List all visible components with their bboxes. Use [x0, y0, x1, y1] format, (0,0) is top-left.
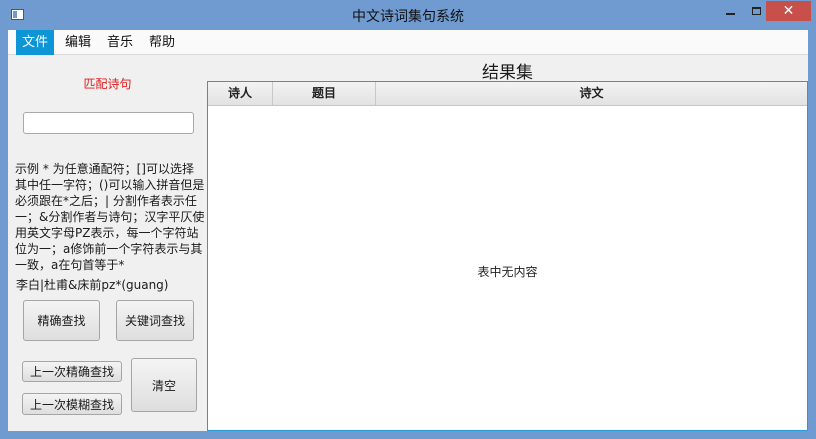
menu-help[interactable]: 帮助 — [144, 30, 180, 55]
results-title: 结果集 — [482, 63, 533, 83]
column-header-title[interactable]: 题目 — [273, 82, 376, 105]
column-header-poet[interactable]: 诗人 — [208, 82, 273, 105]
column-header-text[interactable]: 诗文 — [376, 82, 807, 105]
maximize-icon — [751, 7, 761, 15]
last-exact-search-button[interactable]: 上一次精确查找 — [22, 361, 122, 382]
title-bar[interactable]: 中文诗词集句系统 ✕ — [0, 0, 816, 30]
exact-search-button[interactable]: 精确查找 — [23, 300, 100, 341]
last-fuzzy-search-button[interactable]: 上一次模糊查找 — [22, 393, 122, 415]
close-button[interactable]: ✕ — [766, 1, 811, 21]
example-query-text: 李白|杜甫&床前pz*(guang) — [16, 278, 169, 292]
table-header: 诗人 题目 诗文 — [208, 82, 807, 106]
minimize-button[interactable] — [717, 1, 743, 21]
match-verse-label: 匹配诗句 — [83, 77, 132, 91]
menu-edit[interactable]: 编辑 — [60, 30, 96, 55]
empty-table-message: 表中无内容 — [477, 265, 538, 279]
window-title: 中文诗词集句系统 — [352, 9, 464, 25]
menu-file[interactable]: 文件 — [16, 30, 54, 55]
search-input[interactable] — [23, 112, 194, 134]
client-area: 文件 编辑 音乐 帮助 匹配诗句 示例 * 为任意通配符；[]可以选择其中任一字… — [8, 30, 808, 431]
close-icon: ✕ — [782, 3, 795, 19]
menu-music[interactable]: 音乐 — [102, 30, 138, 55]
minimize-icon — [725, 13, 735, 15]
query-panel: 匹配诗句 示例 * 为任意通配符；[]可以选择其中任一字符；()可以输入拼音但是… — [8, 55, 207, 431]
clear-button[interactable]: 清空 — [131, 358, 197, 412]
app-window: 中文诗词集句系统 ✕ 文件 编辑 音乐 帮助 匹配诗句 示例 * 为任意通配符；… — [0, 0, 816, 439]
results-table[interactable]: 诗人 题目 诗文 表中无内容 — [207, 81, 808, 431]
syntax-hint-text: 示例 * 为任意通配符；[]可以选择其中任一字符；()可以输入拼音但是必须跟在*… — [15, 162, 205, 272]
keyword-search-button[interactable]: 关键词查找 — [116, 300, 194, 341]
menu-bar: 文件 编辑 音乐 帮助 — [8, 30, 808, 55]
